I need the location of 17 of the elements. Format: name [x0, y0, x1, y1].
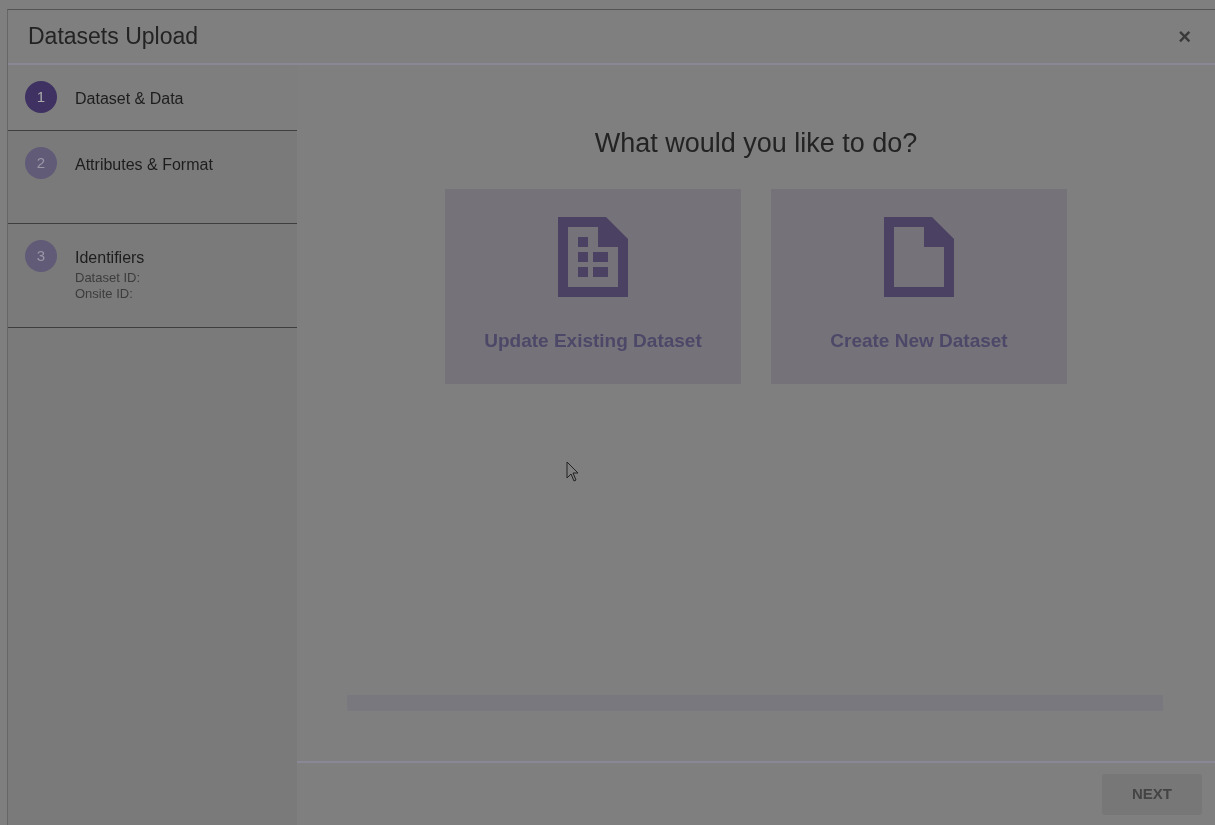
- step-item[interactable]: 3 Identifiers Dataset ID: Onsite ID:: [8, 224, 297, 328]
- cursor-icon: [566, 461, 580, 483]
- step-number: 3: [25, 240, 57, 272]
- step-number: 2: [25, 147, 57, 179]
- step-label: Attributes & Format: [75, 155, 213, 175]
- step-label: Identifiers: [75, 248, 145, 268]
- table-document-icon: [558, 216, 628, 297]
- close-button[interactable]: ×: [1174, 25, 1195, 48]
- step-label: Dataset & Data: [75, 89, 184, 109]
- step-item[interactable]: 2 Attributes & Format: [8, 131, 297, 224]
- step-detail: Onsite ID:: [75, 285, 134, 302]
- step-item[interactable]: 1 Dataset & Data: [8, 65, 297, 131]
- heading: What would you like to do?: [594, 127, 918, 160]
- step-number: 1: [25, 81, 57, 113]
- step-detail: Dataset ID:: [75, 270, 142, 286]
- document-icon: [884, 216, 954, 297]
- window-title: Datasets Upload: [28, 22, 199, 52]
